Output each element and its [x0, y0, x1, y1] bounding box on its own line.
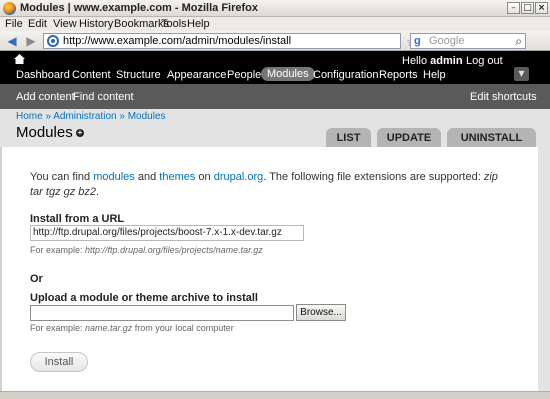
intro-and: and	[137, 171, 157, 183]
install-button[interactable]: Install	[30, 352, 88, 372]
site-identity-icon[interactable]	[47, 35, 59, 47]
toolbar-help[interactable]: Help	[423, 69, 446, 81]
browse-button[interactable]: Browse...	[296, 304, 346, 321]
search-bar[interactable]: g Google ⌕	[410, 33, 526, 49]
toolbar-content[interactable]: Content	[72, 69, 111, 81]
forward-arrow-icon[interactable]: ▶	[24, 34, 38, 48]
themes-link[interactable]: themes	[159, 171, 195, 183]
upload-file-field[interactable]	[30, 305, 294, 321]
tab-update[interactable]: UPDATE	[377, 128, 441, 147]
address-url[interactable]: http://www.example.com/admin/modules/ins…	[63, 35, 291, 47]
intro-text: You can find modules and themes on drupa…	[30, 170, 500, 200]
shortcut-find-content[interactable]: Find content	[73, 91, 134, 103]
page-header: Home » Administration » Modules Modules …	[0, 109, 550, 147]
menu-history[interactable]: History	[79, 18, 113, 30]
window-title: Modules | www.example.com - Mozilla Fire…	[20, 2, 258, 14]
menubar: File Edit View History Bookmarks Tools H…	[0, 17, 550, 31]
logout-link[interactable]: Log out	[466, 55, 503, 67]
back-arrow-icon[interactable]: ◀	[5, 34, 19, 48]
navigation-bar: ◀ ▶ http://www.example.com/admin/modules…	[0, 31, 550, 51]
toolbar-dashboard[interactable]: Dashboard	[16, 69, 70, 81]
hello-user: Hello admin	[402, 55, 463, 67]
close-icon[interactable]: ×	[535, 2, 548, 14]
upload-label: Upload a module or theme archive to inst…	[30, 292, 258, 304]
admin-toolbar: Hello admin Log out Dashboard Content St…	[0, 51, 550, 84]
shortcuts-bar: Add content Find content Edit shortcuts	[0, 84, 550, 109]
intro-prefix: You can find	[30, 171, 91, 183]
install-url-input[interactable]: http://ftp.drupal.org/files/projects/boo…	[30, 225, 304, 241]
main-content: You can find modules and themes on drupa…	[2, 147, 538, 391]
modules-link[interactable]: modules	[93, 171, 135, 183]
menu-help[interactable]: Help	[187, 18, 210, 30]
file-example-prefix: For example:	[30, 323, 83, 333]
breadcrumb[interactable]: Home » Administration » Modules	[16, 111, 166, 122]
home-icon[interactable]	[14, 54, 25, 64]
tab-uninstall[interactable]: UNINSTALL	[447, 128, 536, 147]
maximize-icon[interactable]: □	[521, 2, 534, 14]
search-placeholder[interactable]: Google	[429, 35, 464, 47]
toolbar-structure[interactable]: Structure	[116, 69, 161, 81]
toolbar-reports[interactable]: Reports	[379, 69, 418, 81]
edit-shortcuts-link[interactable]: Edit shortcuts	[470, 91, 537, 103]
toolbar-people[interactable]: People	[227, 69, 261, 81]
url-example-prefix: For example:	[30, 245, 83, 255]
toolbar-configuration[interactable]: Configuration	[313, 69, 378, 81]
intro-on: on	[198, 171, 211, 183]
page-title: Modules	[16, 124, 73, 141]
toolbar-modules[interactable]: Modules	[261, 67, 315, 81]
or-label: Or	[30, 273, 43, 285]
add-shortcut-icon[interactable]: +	[76, 129, 84, 137]
address-bar[interactable]: http://www.example.com/admin/modules/ins…	[43, 33, 440, 50]
window-titlebar: Modules | www.example.com - Mozilla Fire…	[0, 0, 550, 17]
shortcut-add-content[interactable]: Add content	[16, 91, 75, 103]
upload-description: For example: name.tar.gz from your local…	[30, 323, 234, 333]
menu-view[interactable]: View	[53, 18, 77, 30]
install-url-description: For example: http://ftp.drupal.org/files…	[30, 245, 263, 255]
shortcuts-toggle-icon[interactable]: ▼	[514, 67, 529, 81]
menu-tools[interactable]: Tools	[161, 18, 187, 30]
google-icon[interactable]: g	[414, 35, 421, 47]
url-example: http://ftp.drupal.org/files/projects/nam…	[85, 245, 263, 255]
file-example: name.tar.gz	[85, 323, 133, 333]
menu-file[interactable]: File	[5, 18, 23, 30]
toolbar-appearance[interactable]: Appearance	[167, 69, 226, 81]
page-right-edge	[538, 147, 550, 391]
menu-edit[interactable]: Edit	[28, 18, 47, 30]
hello-username[interactable]: admin	[430, 55, 462, 67]
drupal-org-link[interactable]: drupal.org	[214, 171, 264, 183]
status-bar	[0, 391, 550, 399]
minimize-icon[interactable]: –	[507, 2, 520, 14]
file-example-suffix: from your local computer	[134, 323, 234, 333]
intro-period: .	[96, 186, 100, 198]
search-icon[interactable]: ⌕	[515, 34, 522, 49]
hello-greeting: Hello	[402, 55, 428, 67]
install-url-label: Install from a URL	[30, 213, 125, 225]
firefox-icon	[3, 2, 16, 15]
tab-list[interactable]: LIST	[326, 128, 371, 147]
intro-suffix: . The following file extensions are supp…	[263, 171, 481, 183]
